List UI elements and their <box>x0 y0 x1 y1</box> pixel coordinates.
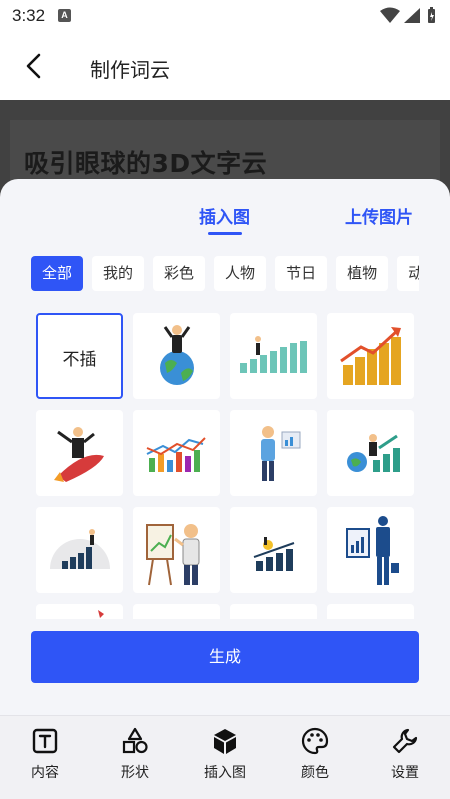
image-tile-document[interactable] <box>327 507 414 593</box>
back-arrow-icon <box>26 53 41 79</box>
nav-label: 插入图 <box>204 765 246 781</box>
notification-icon: A <box>58 9 71 22</box>
category-chip-animals[interactable]: 动物 <box>397 256 419 291</box>
wifi-icon <box>380 7 400 23</box>
cube-icon <box>214 729 236 754</box>
man-presenting-easel-image <box>146 524 200 586</box>
nav-label: 内容 <box>31 765 59 781</box>
nav-item-color[interactable]: 颜色 <box>270 716 360 799</box>
nav-item-content[interactable]: 内容 <box>0 716 90 799</box>
image-tile-colorful-chart[interactable] <box>133 410 220 496</box>
image-tile-semicircle-chart[interactable] <box>36 507 123 593</box>
nav-label: 设置 <box>391 765 419 781</box>
image-tile-businessman-globe[interactable] <box>133 313 220 399</box>
preview-text: 吸引眼球的3D文字云 <box>24 149 268 178</box>
category-chip-mine[interactable]: 我的 <box>92 256 145 291</box>
category-chip-holiday[interactable]: 节日 <box>275 256 328 291</box>
status-bar: 3:32 A <box>0 0 450 32</box>
red-graphic-image <box>98 610 104 618</box>
nav-label: 形状 <box>121 765 149 781</box>
category-chip-plants[interactable]: 植物 <box>336 256 389 291</box>
image-tile-row4-1[interactable] <box>36 604 123 619</box>
image-tile-flag-chart[interactable] <box>230 507 317 593</box>
palette-icon <box>301 727 329 755</box>
wrench-icon <box>392 728 418 754</box>
image-tile-easel[interactable] <box>133 507 220 593</box>
people-globe-growth-chart-image <box>347 434 400 472</box>
semicircle-bar-chart-image <box>50 529 110 569</box>
nav-item-insert-image[interactable]: 插入图 <box>180 716 270 799</box>
person-flag-bar-chart-image <box>253 537 295 571</box>
image-grid: 不插 <box>36 313 416 619</box>
image-tile-presenting-man[interactable] <box>230 410 317 496</box>
tab-insert-image[interactable]: 插入图 <box>199 203 250 228</box>
image-tile-climbing-chart[interactable] <box>230 313 317 399</box>
category-chips: 全部我的彩色人物节日植物动物 <box>31 256 419 292</box>
image-tile-row4-2[interactable] <box>133 604 220 619</box>
category-chip-all[interactable]: 全部 <box>31 256 84 291</box>
man-presenting-chart-image <box>261 426 301 481</box>
generate-button[interactable]: 生成 <box>31 631 419 683</box>
gold-coin-stacks-growth-image <box>340 327 401 385</box>
image-tile-rocket[interactable] <box>36 410 123 496</box>
businessman-riding-rocket-image <box>54 427 104 482</box>
active-tab-indicator <box>208 232 242 235</box>
category-chip-color[interactable]: 彩色 <box>153 256 206 291</box>
colorful-bar-line-chart-image <box>146 437 206 472</box>
app-bar: 制作词云 <box>0 32 450 100</box>
image-tile-none[interactable]: 不插 <box>36 313 123 399</box>
status-icons <box>378 6 440 26</box>
image-tile-gold-coins[interactable] <box>327 313 414 399</box>
tab-upload-image[interactable]: 上传图片 <box>345 203 413 228</box>
back-button[interactable] <box>20 52 48 80</box>
shapes-icon <box>122 727 148 754</box>
battery-icon <box>428 7 435 23</box>
nav-item-settings[interactable]: 设置 <box>360 716 450 799</box>
nav-label: 颜色 <box>301 765 329 781</box>
insert-image-sheet: 插入图 上传图片 全部我的彩色人物节日植物动物 不插 <box>0 179 450 715</box>
bottom-nav: 内容 形状 插入图 颜色 设置 <box>0 715 450 799</box>
status-time: 3:32 <box>12 6 46 25</box>
man-climbing-bar-chart-image <box>240 336 307 373</box>
tile-label: 不插 <box>62 350 97 370</box>
page-title: 制作词云 <box>90 58 170 82</box>
businessman-document-chart-image <box>346 516 399 585</box>
text-icon <box>32 728 58 754</box>
image-tile-row4-4[interactable] <box>327 604 414 619</box>
nav-item-shapes[interactable]: 形状 <box>90 716 180 799</box>
image-tile-row4-3[interactable] <box>230 604 317 619</box>
category-chip-people[interactable]: 人物 <box>214 256 267 291</box>
signal-icon <box>404 8 420 23</box>
image-tile-globe-growth[interactable] <box>327 410 414 496</box>
businessman-on-globe-image <box>160 325 194 385</box>
